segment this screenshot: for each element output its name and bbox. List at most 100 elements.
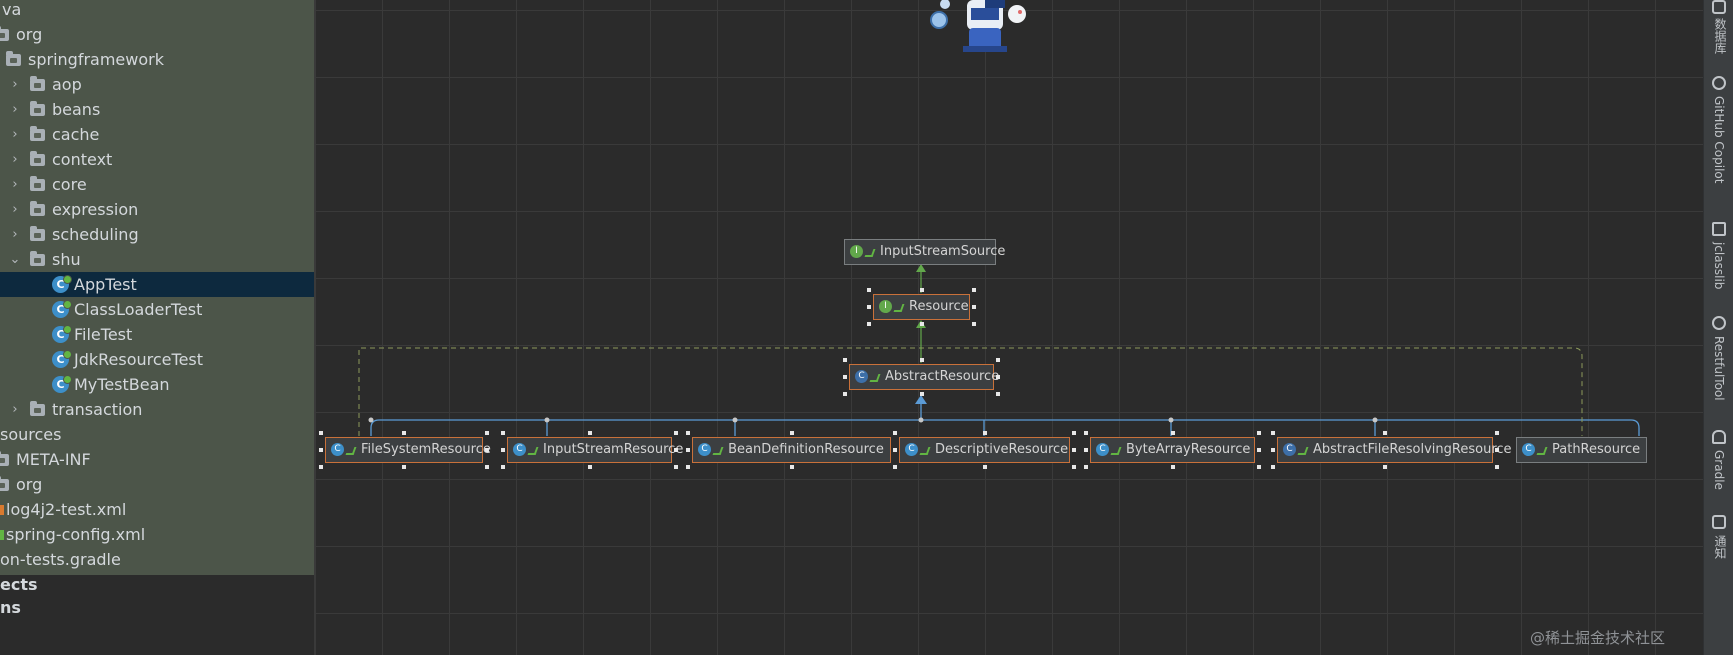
tree-class-item[interactable]: C MyTestBean xyxy=(0,372,314,397)
resize-handle[interactable] xyxy=(982,465,987,469)
resize-handle[interactable] xyxy=(587,431,592,435)
resize-handle[interactable] xyxy=(501,431,505,435)
resize-handle[interactable] xyxy=(919,358,924,362)
resize-handle[interactable] xyxy=(686,448,690,452)
resize-handle[interactable] xyxy=(867,288,871,292)
resize-handle[interactable] xyxy=(996,375,1000,379)
resize-handle[interactable] xyxy=(485,431,489,435)
tree-item[interactable]: › transaction xyxy=(0,397,314,422)
resize-handle[interactable] xyxy=(1271,465,1275,469)
node-bytearrayresource[interactable]: C ByteArrayResource xyxy=(1090,437,1255,463)
resize-handle[interactable] xyxy=(1271,431,1275,435)
resize-handle[interactable] xyxy=(919,288,924,292)
resize-handle[interactable] xyxy=(893,448,897,452)
resize-handle[interactable] xyxy=(1072,431,1076,435)
chevron-down-icon[interactable]: ⌄ xyxy=(8,247,22,272)
tree-class-item[interactable]: C FileTest xyxy=(0,322,314,347)
node-inputstreamsource[interactable]: I InputStreamSource xyxy=(844,239,1005,265)
resize-handle[interactable] xyxy=(893,431,897,435)
resize-handle[interactable] xyxy=(1257,431,1261,435)
resize-handle[interactable] xyxy=(1495,448,1499,452)
tree-item[interactable]: springframework xyxy=(0,47,314,72)
resize-handle[interactable] xyxy=(686,431,690,435)
resize-handle[interactable] xyxy=(919,392,924,396)
resize-handle[interactable] xyxy=(982,431,987,435)
tree-item[interactable]: › core xyxy=(0,172,314,197)
resize-handle[interactable] xyxy=(996,358,1000,362)
resize-handle[interactable] xyxy=(972,305,976,309)
chevron-right-icon[interactable]: › xyxy=(8,172,22,197)
tree-item[interactable]: spring-config.xml xyxy=(0,522,314,547)
resize-handle[interactable] xyxy=(674,431,678,435)
resize-handle[interactable] xyxy=(1257,465,1261,469)
resize-handle[interactable] xyxy=(1383,431,1387,435)
resize-handle[interactable] xyxy=(1170,465,1175,469)
resize-handle[interactable] xyxy=(1383,465,1387,469)
tree-item[interactable]: › expression xyxy=(0,197,314,222)
resize-handle[interactable] xyxy=(501,448,505,452)
resize-handle[interactable] xyxy=(996,392,1000,396)
tree-item[interactable]: › cache xyxy=(0,122,314,147)
uml-diagram-canvas[interactable]: I InputStreamSource I Resource C Abstrac… xyxy=(315,0,1703,655)
resize-handle[interactable] xyxy=(919,322,924,326)
resize-handle[interactable] xyxy=(789,465,794,469)
node-resource[interactable]: I Resource xyxy=(873,294,970,320)
resize-handle[interactable] xyxy=(674,448,678,452)
resize-handle[interactable] xyxy=(686,465,690,469)
tree-item[interactable]: META-INF xyxy=(0,447,314,472)
resize-handle[interactable] xyxy=(319,448,323,452)
chevron-right-icon[interactable]: › xyxy=(8,147,22,172)
chevron-right-icon[interactable]: › xyxy=(8,122,22,147)
resize-handle[interactable] xyxy=(501,465,505,469)
node-descriptiveresource[interactable]: C DescriptiveResource xyxy=(899,437,1070,463)
tree-footer-item[interactable]: ects xyxy=(0,572,314,597)
tree-item[interactable]: org xyxy=(0,472,314,497)
tree-item[interactable]: on-tests.gradle xyxy=(0,547,314,572)
chevron-right-icon[interactable]: › xyxy=(8,72,22,97)
resize-handle[interactable] xyxy=(867,305,871,309)
resize-handle[interactable] xyxy=(1257,448,1261,452)
resize-handle[interactable] xyxy=(1170,431,1175,435)
resize-handle[interactable] xyxy=(485,465,489,469)
resize-handle[interactable] xyxy=(402,431,406,435)
node-abstractfileresolvingresource[interactable]: C AbstractFileResolvingResource xyxy=(1277,437,1512,463)
tree-item[interactable]: log4j2-test.xml xyxy=(0,497,314,522)
tree-item[interactable]: › aop xyxy=(0,72,314,97)
tree-class-item[interactable]: C ClassLoaderTest xyxy=(0,297,314,322)
resize-handle[interactable] xyxy=(1495,465,1499,469)
tree-footer-item[interactable]: ns xyxy=(0,595,314,620)
chevron-right-icon[interactable]: › xyxy=(8,222,22,247)
resize-handle[interactable] xyxy=(972,322,976,326)
resize-handle[interactable] xyxy=(843,375,847,379)
node-beandefinitionresource[interactable]: C BeanDefinitionResource xyxy=(692,437,891,463)
resize-handle[interactable] xyxy=(402,465,406,469)
node-abstractresource[interactable]: C AbstractResource xyxy=(849,364,999,390)
tree-item[interactable]: ⌄ shu xyxy=(0,247,314,272)
resize-handle[interactable] xyxy=(843,358,847,362)
resize-handle[interactable] xyxy=(319,465,323,469)
resize-handle[interactable] xyxy=(972,288,976,292)
resize-handle[interactable] xyxy=(1495,431,1499,435)
resize-handle[interactable] xyxy=(1084,448,1088,452)
resize-handle[interactable] xyxy=(1084,465,1088,469)
tree-class-item[interactable]: C JdkResourceTest xyxy=(0,347,314,372)
resize-handle[interactable] xyxy=(319,431,323,435)
tree-item[interactable]: › context xyxy=(0,147,314,172)
resize-handle[interactable] xyxy=(1072,465,1076,469)
resize-handle[interactable] xyxy=(1084,431,1088,435)
node-filesystemresource[interactable]: C FileSystemResource xyxy=(325,437,491,463)
resize-handle[interactable] xyxy=(867,322,871,326)
chevron-right-icon[interactable]: › xyxy=(8,397,22,422)
resize-handle[interactable] xyxy=(587,465,592,469)
tree-item[interactable]: › beans xyxy=(0,97,314,122)
resize-handle[interactable] xyxy=(843,392,847,396)
chevron-right-icon[interactable]: › xyxy=(8,97,22,122)
resize-handle[interactable] xyxy=(674,465,678,469)
resize-handle[interactable] xyxy=(893,465,897,469)
resize-handle[interactable] xyxy=(485,448,489,452)
tree-item[interactable]: › scheduling xyxy=(0,222,314,247)
chevron-right-icon[interactable]: › xyxy=(8,197,22,222)
node-pathresource[interactable]: C PathResource xyxy=(1516,437,1647,463)
resize-handle[interactable] xyxy=(1271,448,1275,452)
resize-handle[interactable] xyxy=(1072,448,1076,452)
